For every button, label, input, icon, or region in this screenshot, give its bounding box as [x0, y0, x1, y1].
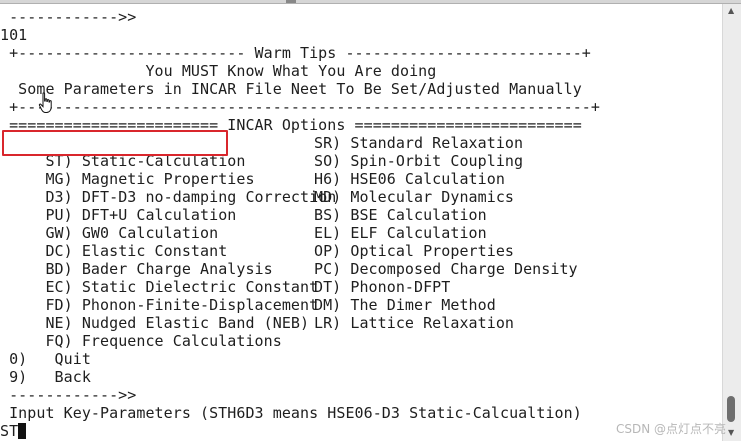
prompt-arrow-bottom: ------------>> [0, 386, 137, 404]
hand-pointer-icon [38, 92, 52, 113]
static-calculation-highlight [2, 130, 228, 156]
option-frequence[interactable]: FQ) Frequence Calculations [36, 332, 281, 350]
option-spin-orbit-coupling[interactable]: SO) Spin-Orbit Coupling [314, 152, 523, 170]
input-prompt: Input Key-Parameters (STH6D3 means HSE06… [0, 404, 582, 422]
warm-tip-line: You MUST Know What You Are doing [0, 62, 437, 80]
option-phonon-dfpt[interactable]: DT) Phonon-DFPT [314, 278, 450, 296]
option-molecular-dynamics[interactable]: MD) Molecular Dynamics [314, 188, 514, 206]
option-row: GW) GW0 Calculation BS) BSE Calculation [0, 206, 486, 242]
warm-tips-separator: +---------------------------------------… [0, 98, 600, 116]
prompt-arrow-top: ------------>> [0, 8, 137, 26]
scroll-down-arrow-icon[interactable]: ▼ [728, 428, 734, 437]
terminal-output[interactable]: ------------>> 101 +--------------------… [0, 4, 722, 441]
option-row: FQ) Frequence Calculations LR) Lattice Re… [0, 314, 513, 350]
option-bse[interactable]: BS) BSE Calculation [314, 206, 487, 224]
entered-value: 101 [0, 26, 28, 44]
text-cursor [18, 423, 27, 439]
option-optical-properties[interactable]: OP) Optical Properties [314, 242, 514, 260]
option-quit[interactable]: 0) Quit [0, 350, 91, 368]
option-back[interactable]: 9) Back [0, 368, 91, 386]
csdn-watermark: CSDN @点灯点不亮 [616, 422, 727, 436]
option-standard-relaxation[interactable]: SR) Standard Relaxation [314, 134, 523, 152]
warm-tip-line: Some Parameters in INCAR File Neet To Be… [0, 80, 582, 98]
option-row: FD) Phonon-Finite-Displacement DT) Phonon… [0, 278, 450, 314]
option-row: D3) DFT-D3 no-damping Correction H6) HSE0… [0, 170, 504, 206]
top-strip-marker [286, 0, 296, 3]
scroll-up-arrow-icon[interactable]: ▲ [728, 6, 734, 15]
vertical-scrollbar[interactable]: ▲ ▼ [722, 4, 741, 441]
option-row: BD) Bader Charge Analysis OP) Optical Pro… [0, 242, 513, 278]
option-dimer-method[interactable]: DM) The Dimer Method [314, 296, 496, 314]
warm-tips-header: +------------------------- Warm Tips ---… [0, 44, 591, 62]
typed-input: ST [0, 422, 19, 440]
scrollbar-thumb[interactable] [727, 396, 735, 422]
option-lattice-relaxation[interactable]: LR) Lattice Relaxation [314, 314, 514, 332]
option-row: DC) Elastic Constant EL) ELF Calculation [0, 224, 486, 260]
option-row: NE) Nudged Elastic Band (NEB) DM) The Dim… [0, 296, 495, 332]
option-hse06[interactable]: H6) HSE06 Calculation [314, 170, 505, 188]
option-row: EC) Static Dielectric Constant PC) Decomp… [0, 260, 577, 296]
command-input-line[interactable]: ST [0, 422, 27, 440]
option-decomposed-charge[interactable]: PC) Decomposed Charge Density [314, 260, 578, 278]
option-row: PU) DFT+U Calculation MD) Molecular Dynam… [0, 188, 513, 224]
option-elf[interactable]: EL) ELF Calculation [314, 224, 487, 242]
